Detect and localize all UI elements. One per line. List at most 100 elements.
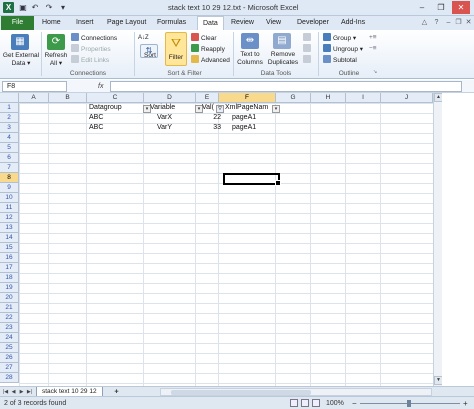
zoom-slider-thumb[interactable]	[407, 400, 411, 407]
consolidate-icon[interactable]	[303, 44, 313, 54]
row-header-10[interactable]: 10	[0, 193, 19, 203]
text-to-columns-label-2[interactable]: Columns	[234, 59, 266, 67]
cell-d1[interactable]: Variable	[148, 103, 196, 113]
row-header-4[interactable]: 4	[0, 133, 19, 143]
get-external-data-icon[interactable]: ▦	[11, 34, 29, 50]
horizontal-scrollbar[interactable]	[160, 388, 432, 396]
column-header-e[interactable]: E	[196, 93, 219, 103]
workbook-close-icon[interactable]: ✕	[464, 18, 473, 27]
excel-app-icon[interactable]: X	[3, 2, 14, 13]
restore-button[interactable]: ❐	[432, 1, 450, 14]
cell-f3[interactable]: pageA1	[230, 123, 280, 133]
customize-qat-icon[interactable]: ▾	[58, 3, 68, 13]
row-header-5[interactable]: 5	[0, 143, 19, 153]
tab-review[interactable]: Review	[231, 16, 254, 30]
remove-duplicates-label-2[interactable]: Duplicates	[266, 59, 300, 67]
active-cell-f8[interactable]	[223, 173, 281, 186]
minimize-button[interactable]: –	[413, 1, 431, 14]
row-header-19[interactable]: 19	[0, 283, 19, 293]
tab-file[interactable]: File	[1, 16, 34, 30]
row-header-23[interactable]: 23	[0, 323, 19, 333]
vertical-scrollbar[interactable]: ▲ ▼	[433, 93, 443, 386]
next-sheet-icon[interactable]: ▶	[18, 388, 25, 396]
redo-icon[interactable]: ↷	[44, 3, 54, 13]
zoom-in-button[interactable]: +	[463, 399, 468, 408]
row-header-13[interactable]: 13	[0, 223, 19, 233]
save-icon[interactable]: ▣	[18, 3, 28, 13]
cell-c3[interactable]: ABC	[87, 123, 147, 133]
tab-home[interactable]: Home	[42, 16, 61, 30]
close-button[interactable]: ✕	[452, 1, 470, 14]
normal-view-icon[interactable]	[290, 399, 298, 407]
connections-button[interactable]: Connections	[71, 33, 117, 43]
row-header-25[interactable]: 25	[0, 343, 19, 353]
row-header-6[interactable]: 6	[0, 153, 19, 163]
page-layout-view-icon[interactable]	[301, 399, 309, 407]
ungroup-button[interactable]: Ungroup ▾	[323, 44, 363, 54]
tab-formulas[interactable]: Formulas	[157, 16, 186, 30]
cell-f2[interactable]: pageA1	[230, 113, 280, 123]
minimize-ribbon-icon[interactable]: △	[420, 18, 429, 27]
edit-links-button[interactable]: Edit Links	[71, 55, 109, 65]
row-header-26[interactable]: 26	[0, 353, 19, 363]
cell-f1[interactable]: XmlPageNam	[223, 103, 273, 113]
subtotal-button[interactable]: Subtotal	[323, 55, 357, 65]
row-header-7[interactable]: 7	[0, 163, 19, 173]
row-header-12[interactable]: 12	[0, 213, 19, 223]
clear-button[interactable]: Clear	[191, 33, 217, 43]
zoom-out-button[interactable]: −	[352, 399, 357, 408]
row-header-9[interactable]: 9	[0, 183, 19, 193]
help-icon[interactable]: ?	[432, 18, 441, 27]
row-header-17[interactable]: 17	[0, 263, 19, 273]
data-validation-icon[interactable]	[303, 33, 313, 43]
properties-button[interactable]: Properties	[71, 44, 111, 54]
row-header-22[interactable]: 22	[0, 313, 19, 323]
cell-d2[interactable]: VarX	[155, 113, 200, 123]
refresh-all-label-1[interactable]: Refresh	[42, 52, 70, 60]
remove-duplicates-icon[interactable]: ▤	[273, 33, 291, 49]
filter-dropdown-icon[interactable]: ▾	[272, 105, 280, 113]
row-header-8[interactable]: 8	[0, 173, 19, 183]
row-header-15[interactable]: 15	[0, 243, 19, 253]
worksheet-grid[interactable]: ABCDEFGHIJ 1 2 3 4 5 6 7 8 9 10 11 12 13 14 15 16 17 18 19…	[0, 93, 433, 386]
column-header-d[interactable]: D	[144, 93, 196, 103]
page-break-view-icon[interactable]	[312, 399, 320, 407]
cell-c1[interactable]: Datagroup	[87, 103, 144, 113]
sort-az-button[interactable]: A↓Z	[138, 33, 149, 43]
undo-icon[interactable]: ↶	[30, 3, 40, 13]
cell-c2[interactable]: ABC	[87, 113, 147, 123]
refresh-all-label-2[interactable]: All ▾	[42, 60, 70, 68]
column-header-h[interactable]: H	[311, 93, 346, 103]
row-header-21[interactable]: 21	[0, 303, 19, 313]
cell-e3[interactable]: 33	[200, 123, 223, 133]
tab-view[interactable]: View	[266, 16, 281, 30]
workbook-restore-icon[interactable]: ❐	[454, 18, 463, 27]
text-to-columns-label-1[interactable]: Text to	[234, 51, 266, 59]
remove-duplicates-label-1[interactable]: Remove	[266, 51, 300, 59]
tab-insert[interactable]: Insert	[76, 16, 94, 30]
horizontal-scroll-thumb[interactable]	[171, 390, 311, 395]
column-header-j[interactable]: J	[381, 93, 433, 103]
advanced-button[interactable]: Advanced	[191, 55, 230, 65]
row-header-18[interactable]: 18	[0, 273, 19, 283]
tab-developer[interactable]: Developer	[297, 16, 329, 30]
refresh-all-icon[interactable]: ⟳	[47, 34, 65, 50]
prev-sheet-icon[interactable]: ◀	[10, 388, 17, 396]
row-header-16[interactable]: 16	[0, 253, 19, 263]
outline-dialog-launcher-icon[interactable]: ↘	[373, 67, 377, 77]
first-sheet-icon[interactable]: |◀	[2, 388, 9, 396]
tab-page-layout[interactable]: Page Layout	[107, 16, 146, 30]
row-header-27[interactable]: 27	[0, 363, 19, 373]
row-header-2[interactable]: 2	[0, 113, 19, 123]
insert-sheet-icon[interactable]: ✚	[112, 388, 121, 396]
row-header-28[interactable]: 28	[0, 373, 19, 383]
column-header-f[interactable]: F	[219, 93, 276, 103]
sort-label[interactable]: Sort	[136, 52, 164, 60]
tab-add-ins[interactable]: Add-Ins	[341, 16, 365, 30]
last-sheet-icon[interactable]: ▶|	[26, 388, 33, 396]
formula-input[interactable]	[110, 81, 462, 92]
tab-data[interactable]: Data	[197, 16, 224, 30]
fx-icon[interactable]: fx	[98, 81, 103, 92]
row-header-11[interactable]: 11	[0, 203, 19, 213]
get-external-data-label-2[interactable]: Data ▾	[2, 60, 40, 68]
